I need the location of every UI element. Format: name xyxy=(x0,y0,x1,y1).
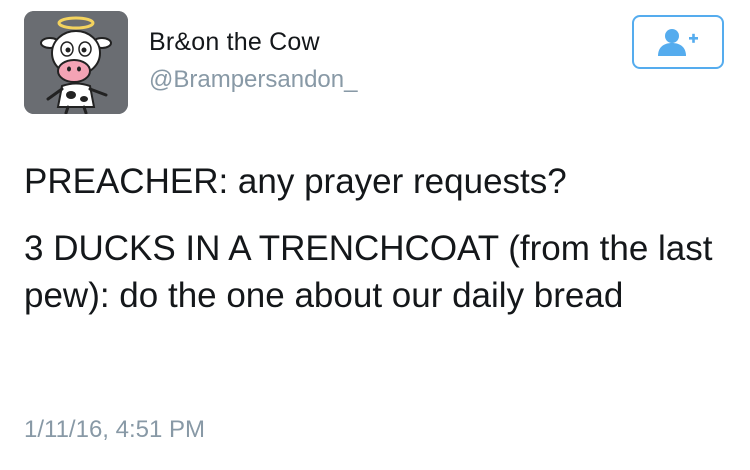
add-user-icon xyxy=(658,29,698,56)
tweet-line-preacher: PREACHER: any prayer requests? xyxy=(24,162,567,201)
tweet-text: PREACHER: any prayer requests? 3 DUCKS I… xyxy=(24,158,724,319)
tweet-line-ducks: 3 DUCKS IN A TRENCHCOAT (from the last p… xyxy=(24,229,713,315)
avatar[interactable] xyxy=(24,11,128,114)
tweet-timestamp[interactable]: 1/11/16, 4:51 PM xyxy=(24,416,205,444)
tweet-card: Br&on the Cow @Brampersandon_ PREACHER: … xyxy=(0,0,750,470)
user-handle[interactable]: @Brampersandon_ xyxy=(149,66,357,94)
cow-avatar-icon xyxy=(24,11,128,114)
display-name[interactable]: Br&on the Cow xyxy=(149,28,320,57)
follow-button[interactable] xyxy=(632,15,724,69)
